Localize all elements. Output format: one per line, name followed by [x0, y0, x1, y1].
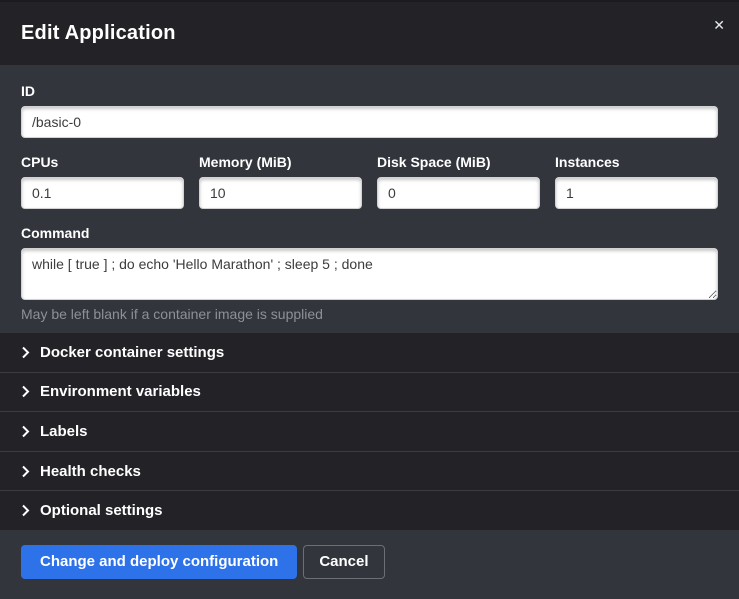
command-help-text: May be left blank if a container image i…: [21, 306, 718, 322]
chevron-right-icon: [21, 385, 30, 398]
disk-space-input[interactable]: [377, 177, 540, 209]
resources-row: CPUs Memory (MiB) Disk Space (MiB) Insta…: [21, 154, 718, 209]
chevron-right-icon: [21, 425, 30, 438]
command-field: Command while [ true ] ; do echo 'Hello …: [21, 225, 718, 322]
collapsible-sections: Docker container settings Environment va…: [0, 333, 739, 530]
section-title: Docker container settings: [40, 344, 224, 361]
cpus-field: CPUs: [21, 154, 184, 209]
change-and-deploy-button[interactable]: Change and deploy configuration: [21, 545, 297, 579]
memory-field: Memory (MiB): [199, 154, 362, 209]
modal-header: Edit Application ✕: [0, 0, 739, 65]
chevron-right-icon: [21, 504, 30, 517]
section-health-checks[interactable]: Health checks: [0, 451, 739, 491]
application-form: ID CPUs Memory (MiB) Disk Space (MiB) In…: [0, 65, 739, 333]
cpus-label: CPUs: [21, 154, 184, 170]
id-label: ID: [21, 83, 718, 99]
disk-space-label: Disk Space (MiB): [377, 154, 540, 170]
instances-input[interactable]: [555, 177, 718, 209]
id-field: ID: [21, 83, 718, 138]
modal-footer: Change and deploy configuration Cancel: [0, 530, 739, 599]
section-docker-container-settings[interactable]: Docker container settings: [0, 333, 739, 372]
memory-label: Memory (MiB): [199, 154, 362, 170]
section-title: Environment variables: [40, 383, 201, 400]
chevron-right-icon: [21, 346, 30, 359]
cancel-button[interactable]: Cancel: [303, 545, 384, 579]
instances-field: Instances: [555, 154, 718, 209]
command-textarea[interactable]: while [ true ] ; do echo 'Hello Marathon…: [21, 248, 718, 300]
instances-label: Instances: [555, 154, 718, 170]
section-environment-variables[interactable]: Environment variables: [0, 372, 739, 412]
section-labels[interactable]: Labels: [0, 411, 739, 451]
chevron-right-icon: [21, 465, 30, 478]
disk-space-field: Disk Space (MiB): [377, 154, 540, 209]
close-icon[interactable]: ✕: [713, 18, 725, 32]
section-title: Health checks: [40, 463, 141, 480]
cpus-input[interactable]: [21, 177, 184, 209]
section-title: Labels: [40, 423, 88, 440]
modal-title: Edit Application: [21, 22, 176, 45]
edit-application-modal: Edit Application ✕ ID CPUs Memory (MiB) …: [0, 0, 739, 599]
section-title: Optional settings: [40, 502, 163, 519]
section-optional-settings[interactable]: Optional settings: [0, 490, 739, 530]
command-label: Command: [21, 225, 718, 241]
memory-input[interactable]: [199, 177, 362, 209]
id-input[interactable]: [21, 106, 718, 138]
